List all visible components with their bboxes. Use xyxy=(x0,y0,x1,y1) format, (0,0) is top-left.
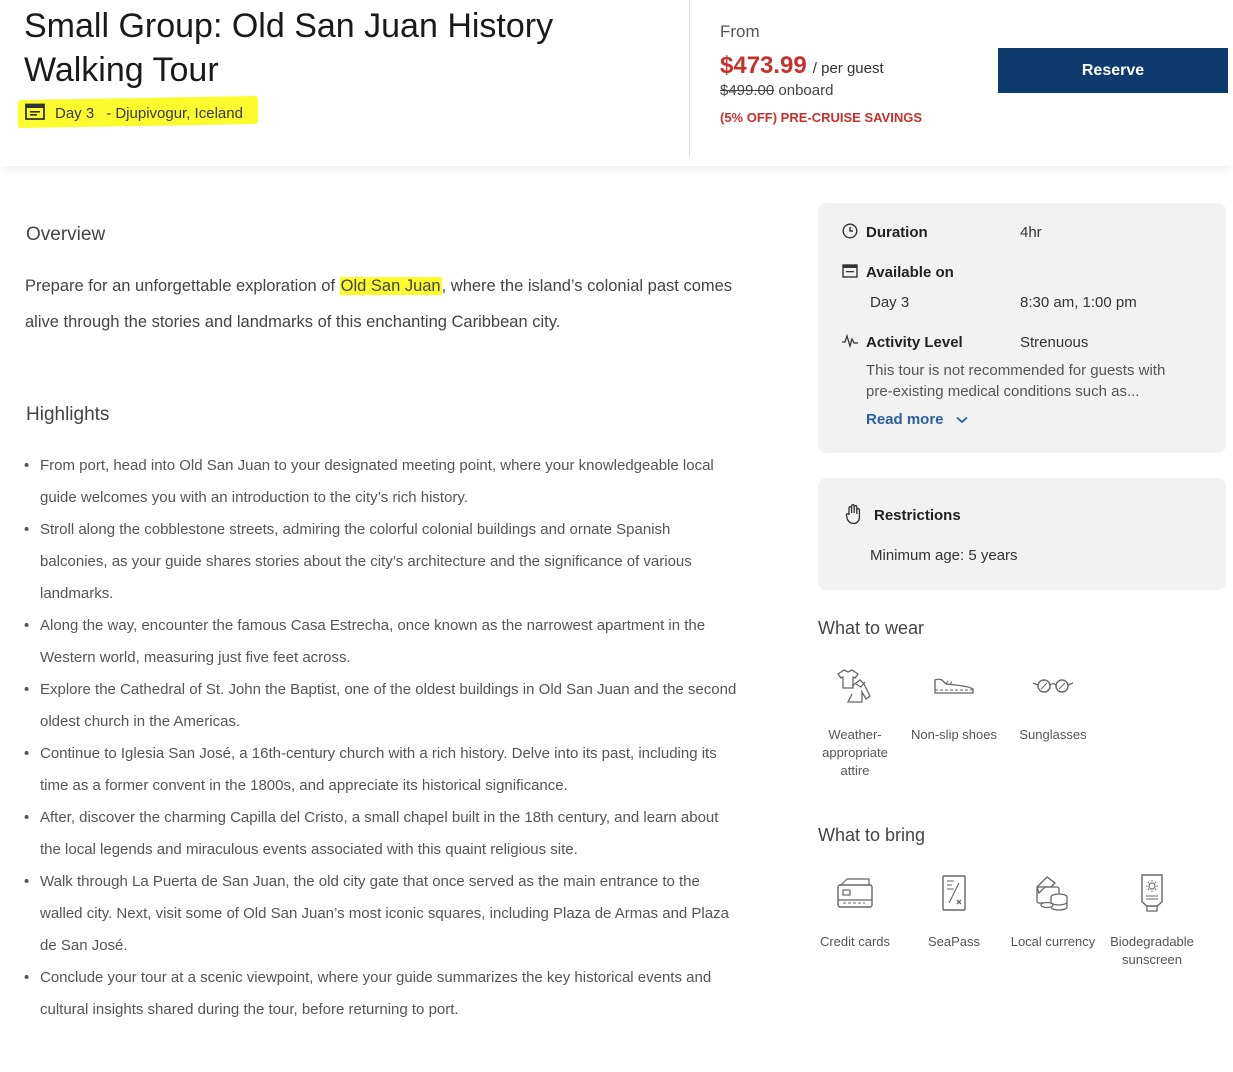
reserve-button[interactable]: Reserve xyxy=(998,48,1228,93)
overview-heading: Overview xyxy=(26,224,106,245)
bring-item: Biodegradable sunscreen xyxy=(1104,865,1200,969)
highlight-item: Explore the Cathedral of St. John the Ba… xyxy=(22,674,742,738)
from-label: From xyxy=(720,22,760,41)
highlight-item: Conclude your tour at a scenic viewpoint… xyxy=(22,962,742,1026)
chevron-down-icon xyxy=(955,416,968,423)
page-title: Small Group: Old San Juan History Walkin… xyxy=(24,7,554,89)
available-day: Day 3 xyxy=(870,294,910,311)
shoe-icon xyxy=(906,658,1002,714)
onboard-label: onboard xyxy=(778,82,834,99)
bring-item-label: Credit cards xyxy=(819,934,891,949)
highlight-item: From port, head into Old San Juan to you… xyxy=(22,450,742,514)
price: $473.99 xyxy=(720,52,807,79)
bring-item: Credit cards xyxy=(807,865,903,951)
sunscreen-icon xyxy=(1104,865,1200,921)
highlights-list: From port, head into Old San Juan to you… xyxy=(22,450,742,1026)
what-to-bring-heading: What to bring xyxy=(818,825,926,845)
available-times: 8:30 am, 1:00 pm xyxy=(1020,294,1137,311)
activity-label: Activity Level xyxy=(866,334,963,351)
duration-value: 4hr xyxy=(1020,224,1042,241)
wear-item: Sunglasses xyxy=(1005,658,1101,744)
hand-icon xyxy=(845,503,863,530)
activity-value: Strenuous xyxy=(1020,334,1089,351)
wear-item-label: Non-slip shoes xyxy=(911,727,997,742)
highlight-item: Along the way, encounter the famous Casa… xyxy=(22,610,742,674)
highlight-item: Continue to Iglesia San José, a 16th-cen… xyxy=(22,738,742,802)
wear-item-label: Weather-appropriate attire xyxy=(822,727,888,778)
wear-item: Non-slip shoes xyxy=(906,658,1002,744)
highlights-heading: Highlights xyxy=(26,404,110,425)
wear-item-label: Sunglasses xyxy=(1019,727,1087,742)
duration-label: Duration xyxy=(866,224,928,241)
currency-icon xyxy=(1005,865,1101,921)
read-more-label: Read more xyxy=(866,411,944,428)
original-price: $499.00 xyxy=(720,82,775,99)
overview-highlight: Old San Juan xyxy=(339,277,442,295)
restrictions-label: Restrictions xyxy=(874,507,961,524)
activity-icon xyxy=(841,333,859,353)
original-price-row: $499.00 onboard xyxy=(720,82,833,99)
bring-item-label: Biodegradable sunscreen xyxy=(1110,934,1194,967)
read-more-link[interactable]: Read more xyxy=(866,411,968,428)
overview-text-start: Prepare for an unforgettable exploration… xyxy=(25,277,340,295)
activity-note: This tour is not recommended for guests … xyxy=(866,362,1166,400)
available-label: Available on xyxy=(866,264,954,281)
port-location: - Djupivogur, Iceland xyxy=(106,104,243,122)
savings-badge: (5% OFF) PRE-CRUISE SAVINGS xyxy=(720,110,923,125)
clock-icon xyxy=(842,223,858,244)
bring-item-label: Local currency xyxy=(1010,934,1096,949)
wear-item: Weather-appropriate attire xyxy=(807,658,903,780)
price-row: $473.99 / per guest xyxy=(720,52,884,80)
what-to-wear-heading: What to wear xyxy=(818,618,925,638)
bring-item: Local currency xyxy=(1005,865,1101,951)
highlight-item: Stroll along the cobblestone streets, ad… xyxy=(22,514,742,610)
credit-card-icon xyxy=(807,865,903,921)
calendar-icon xyxy=(842,263,858,283)
day-location: Day 3 - Djupivogur, Iceland xyxy=(25,102,243,124)
bring-item: SeaPass xyxy=(906,865,1002,951)
header-divider xyxy=(689,0,690,156)
seapass-icon xyxy=(906,865,1002,921)
tour-header: Small Group: Old San Juan History Walkin… xyxy=(0,0,1233,166)
clothes-icon xyxy=(807,658,903,714)
per-guest-label: / per guest xyxy=(812,60,884,77)
highlight-item: After, discover the charming Capilla del… xyxy=(22,802,742,866)
sunglasses-icon xyxy=(1005,658,1101,714)
calendar-icon xyxy=(25,102,45,124)
bring-item-label: SeaPass xyxy=(927,934,981,949)
highlight-item: Walk through La Puerta de San Juan, the … xyxy=(22,866,742,962)
overview-text: Prepare for an unforgettable exploration… xyxy=(25,268,745,340)
restrictions-card xyxy=(818,478,1226,590)
day-label: Day 3 xyxy=(55,104,95,122)
minimum-age: Minimum age: 5 years xyxy=(870,547,1018,564)
